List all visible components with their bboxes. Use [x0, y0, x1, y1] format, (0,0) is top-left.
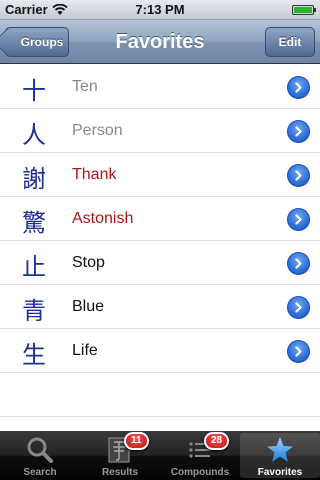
list-item[interactable]: 謝 Thank: [0, 153, 320, 197]
tab-favorites[interactable]: Favorites: [240, 433, 320, 478]
battery-icon: [292, 5, 316, 15]
detail-disclosure-icon[interactable]: [287, 76, 310, 99]
list-item[interactable]: 十 Ten: [0, 65, 320, 109]
kanji-meaning: Person: [72, 122, 123, 139]
detail-disclosure-icon[interactable]: [287, 296, 310, 319]
tab-label: Favorites: [257, 467, 303, 478]
kanji-character: 青: [22, 297, 46, 325]
star-icon: [267, 437, 293, 462]
kanji-character: 十: [22, 77, 46, 105]
kanji-character: 驚: [22, 209, 46, 237]
edit-button[interactable]: Edit: [265, 27, 315, 57]
favorites-list: 十 Ten 人 Person 謝 Thank 驚 Astonish 止 Stop 青 Blue 生 Lif…: [0, 65, 320, 430]
status-bar: Carrier 7:13 PM: [0, 0, 320, 20]
back-button-label: Groups: [20, 35, 64, 49]
tab-label: Compounds: [170, 467, 230, 478]
list-item[interactable]: 青 Blue: [0, 285, 320, 329]
results-count-badge: 11: [124, 432, 149, 450]
status-time: 7:13 PM: [135, 2, 185, 17]
kanji-meaning: Ten: [72, 78, 98, 95]
kanji-meaning: Stop: [72, 254, 105, 271]
detail-disclosure-icon[interactable]: [287, 164, 310, 187]
list-item[interactable]: 生 Life: [0, 329, 320, 373]
tab-search[interactable]: Search: [0, 431, 80, 480]
tab-results[interactable]: 11 Results: [80, 431, 160, 480]
kanji-character: 生: [22, 341, 46, 369]
tab-label: Search: [23, 467, 57, 478]
tab-label: Results: [101, 467, 139, 478]
kanji-character: 人: [22, 121, 46, 149]
tab-bar: Search 11 Results 28 Compounds Favorites: [0, 431, 320, 480]
detail-disclosure-icon[interactable]: [287, 340, 310, 363]
kanji-meaning: Astonish: [72, 210, 134, 227]
tab-compounds[interactable]: 28 Compounds: [160, 431, 240, 480]
detail-disclosure-icon[interactable]: [287, 120, 310, 143]
kanji-character: 止: [22, 253, 46, 281]
list-item[interactable]: 驚 Astonish: [0, 197, 320, 241]
kanji-character: 謝: [22, 165, 46, 193]
kanji-meaning: Blue: [72, 298, 105, 315]
kanji-meaning: Life: [72, 342, 98, 359]
search-icon: [27, 437, 53, 463]
detail-disclosure-icon[interactable]: [287, 252, 310, 275]
navigation-bar: Groups Favorites Edit: [0, 20, 320, 64]
empty-row: [0, 373, 320, 417]
list-item[interactable]: 人 Person: [0, 109, 320, 153]
list-item[interactable]: 止 Stop: [0, 241, 320, 285]
compounds-count-badge: 28: [204, 432, 230, 450]
detail-disclosure-icon[interactable]: [287, 208, 310, 231]
kanji-meaning: Thank: [72, 166, 117, 183]
